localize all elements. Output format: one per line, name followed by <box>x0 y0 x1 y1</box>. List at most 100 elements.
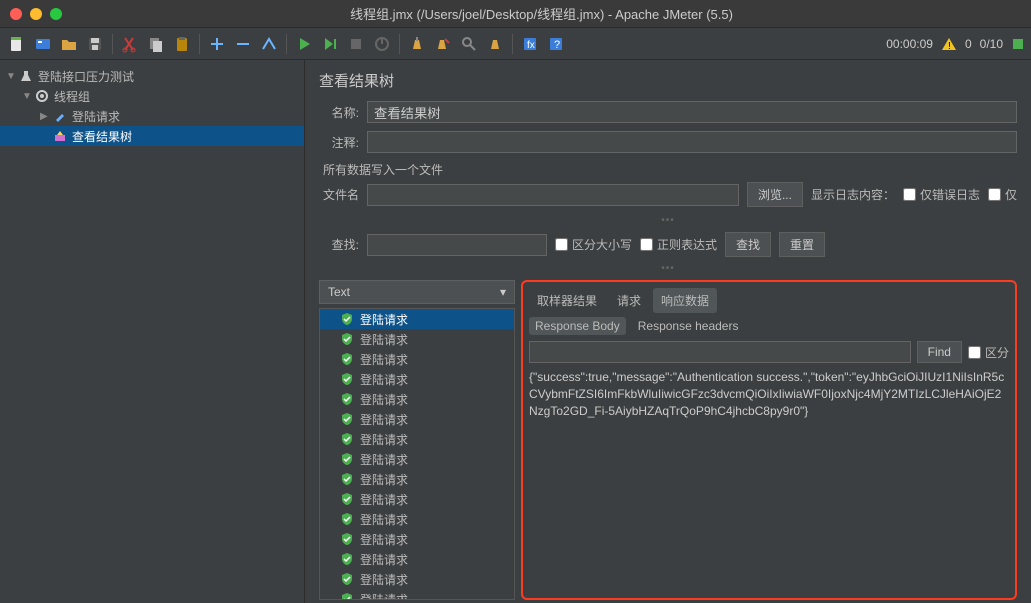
help-icon[interactable]: ? <box>545 33 567 55</box>
success-shield-icon <box>340 392 354 406</box>
subtab-0[interactable]: Response Body <box>529 317 626 335</box>
pipette-icon <box>52 108 68 124</box>
warn-count: 0 <box>965 37 972 51</box>
name-input[interactable] <box>367 101 1017 123</box>
start-icon[interactable] <box>293 33 315 55</box>
panel-title: 查看结果树 <box>319 70 1017 91</box>
result-item[interactable]: 登陆请求 <box>320 329 514 349</box>
stop-icon[interactable] <box>345 33 367 55</box>
browse-button[interactable]: 浏览... <box>747 182 803 207</box>
result-item-label: 登陆请求 <box>360 431 408 448</box>
result-item[interactable]: 登陆请求 <box>320 549 514 569</box>
case-sensitive-checkbox[interactable]: 区分大小写 <box>555 236 632 253</box>
result-item[interactable]: 登陆请求 <box>320 529 514 549</box>
find-case-checkbox[interactable]: 区分 <box>968 344 1009 361</box>
close-icon[interactable] <box>10 8 22 20</box>
success-shield-icon <box>340 432 354 446</box>
result-item-label: 登陆请求 <box>360 391 408 408</box>
tree-toggle-icon[interactable]: ▼ <box>22 91 34 102</box>
open-file-icon[interactable] <box>58 33 80 55</box>
result-list[interactable]: 登陆请求登陆请求登陆请求登陆请求登陆请求登陆请求登陆请求登陆请求登陆请求登陆请求… <box>319 308 515 600</box>
divider: ••• <box>319 215 1017 226</box>
tree-toggle-icon[interactable]: ▶ <box>40 111 52 122</box>
window-title: 线程组.jmx (/Users/joel/Desktop/线程组.jmx) - … <box>62 4 1021 23</box>
search-button[interactable]: 查找 <box>725 232 771 257</box>
content-panel: 查看结果树 名称: 注释: 所有数据写入一个文件 文件名 浏览... 显示日志内… <box>305 60 1031 603</box>
shutdown-icon[interactable] <box>371 33 393 55</box>
result-item[interactable]: 登陆请求 <box>320 409 514 429</box>
tree-test-plan[interactable]: ▼ 登陆接口压力测试 <box>0 66 304 86</box>
elapsed-time: 00:00:09 <box>886 37 933 51</box>
result-item[interactable]: 登陆请求 <box>320 469 514 489</box>
renderer-dropdown[interactable]: Text ▾ <box>319 280 515 304</box>
cut-icon[interactable] <box>119 33 141 55</box>
result-item[interactable]: 登陆请求 <box>320 389 514 409</box>
save-icon[interactable] <box>84 33 106 55</box>
tree-view-results[interactable]: 查看结果树 <box>0 126 304 146</box>
thread-count: 0/10 <box>980 37 1003 51</box>
paste-icon[interactable] <box>171 33 193 55</box>
collapse-icon[interactable] <box>232 33 254 55</box>
renderer-value: Text <box>328 285 350 299</box>
result-item[interactable]: 登陆请求 <box>320 349 514 369</box>
tree-thread-group[interactable]: ▼ 线程组 <box>0 86 304 106</box>
warning-icon: ! <box>941 36 957 52</box>
test-plan-tree[interactable]: ▼ 登陆接口压力测试 ▼ 线程组 ▶ 登陆请求 查看结果树 <box>0 60 305 603</box>
tree-label: 登陆请求 <box>72 108 120 125</box>
minimize-icon[interactable] <box>30 8 42 20</box>
comment-label: 注释: <box>319 134 359 151</box>
templates-icon[interactable] <box>32 33 54 55</box>
success-shield-icon <box>340 532 354 546</box>
response-body[interactable]: {"success":true,"message":"Authenticatio… <box>529 369 1009 592</box>
result-item-label: 登陆请求 <box>360 371 408 388</box>
only-error-checkbox[interactable]: 仅错误日志 <box>903 186 980 203</box>
comment-input[interactable] <box>367 131 1017 153</box>
search-label: 查找: <box>319 236 359 253</box>
result-item-label: 登陆请求 <box>360 331 408 348</box>
success-shield-icon <box>340 492 354 506</box>
result-item[interactable]: 登陆请求 <box>320 589 514 600</box>
status-icon <box>1011 37 1025 51</box>
tab-0[interactable]: 取样器结果 <box>529 288 605 313</box>
success-shield-icon <box>340 372 354 386</box>
expand-icon[interactable] <box>206 33 228 55</box>
find-input[interactable] <box>529 341 911 363</box>
success-shield-icon <box>340 332 354 346</box>
regex-checkbox[interactable]: 正则表达式 <box>640 236 717 253</box>
success-shield-icon <box>340 552 354 566</box>
new-file-icon[interactable] <box>6 33 28 55</box>
toggle-icon[interactable] <box>258 33 280 55</box>
tree-http-request[interactable]: ▶ 登陆请求 <box>0 106 304 126</box>
result-item[interactable]: 登陆请求 <box>320 309 514 329</box>
maximize-icon[interactable] <box>50 8 62 20</box>
result-item[interactable]: 登陆请求 <box>320 509 514 529</box>
start-no-pause-icon[interactable] <box>319 33 341 55</box>
result-item[interactable]: 登陆请求 <box>320 369 514 389</box>
filename-input[interactable] <box>367 184 739 206</box>
response-panel: 取样器结果请求响应数据 Response Body Response header… <box>521 280 1017 600</box>
result-item[interactable]: 登陆请求 <box>320 489 514 509</box>
tree-label: 线程组 <box>54 88 90 105</box>
gear-icon <box>34 88 50 104</box>
result-item[interactable]: 登陆请求 <box>320 569 514 589</box>
tab-2[interactable]: 响应数据 <box>653 288 717 313</box>
reset-search-icon[interactable] <box>484 33 506 55</box>
only-partial-checkbox[interactable]: 仅 <box>988 186 1017 203</box>
result-item-label: 登陆请求 <box>360 451 408 468</box>
find-button[interactable]: Find <box>917 341 962 363</box>
search-icon[interactable] <box>458 33 480 55</box>
search-input[interactable] <box>367 234 547 256</box>
success-shield-icon <box>340 312 354 326</box>
result-item[interactable]: 登陆请求 <box>320 449 514 469</box>
tree-label: 查看结果树 <box>72 128 132 145</box>
toolbar: fx ? 00:00:09 ! 0 0/10 <box>0 28 1031 60</box>
copy-icon[interactable] <box>145 33 167 55</box>
tree-toggle-icon[interactable]: ▼ <box>6 71 18 82</box>
reset-button[interactable]: 重置 <box>779 232 825 257</box>
subtab-1[interactable]: Response headers <box>632 317 745 335</box>
function-helper-icon[interactable]: fx <box>519 33 541 55</box>
clear-all-icon[interactable] <box>432 33 454 55</box>
clear-icon[interactable] <box>406 33 428 55</box>
result-item[interactable]: 登陆请求 <box>320 429 514 449</box>
tab-1[interactable]: 请求 <box>609 288 649 313</box>
